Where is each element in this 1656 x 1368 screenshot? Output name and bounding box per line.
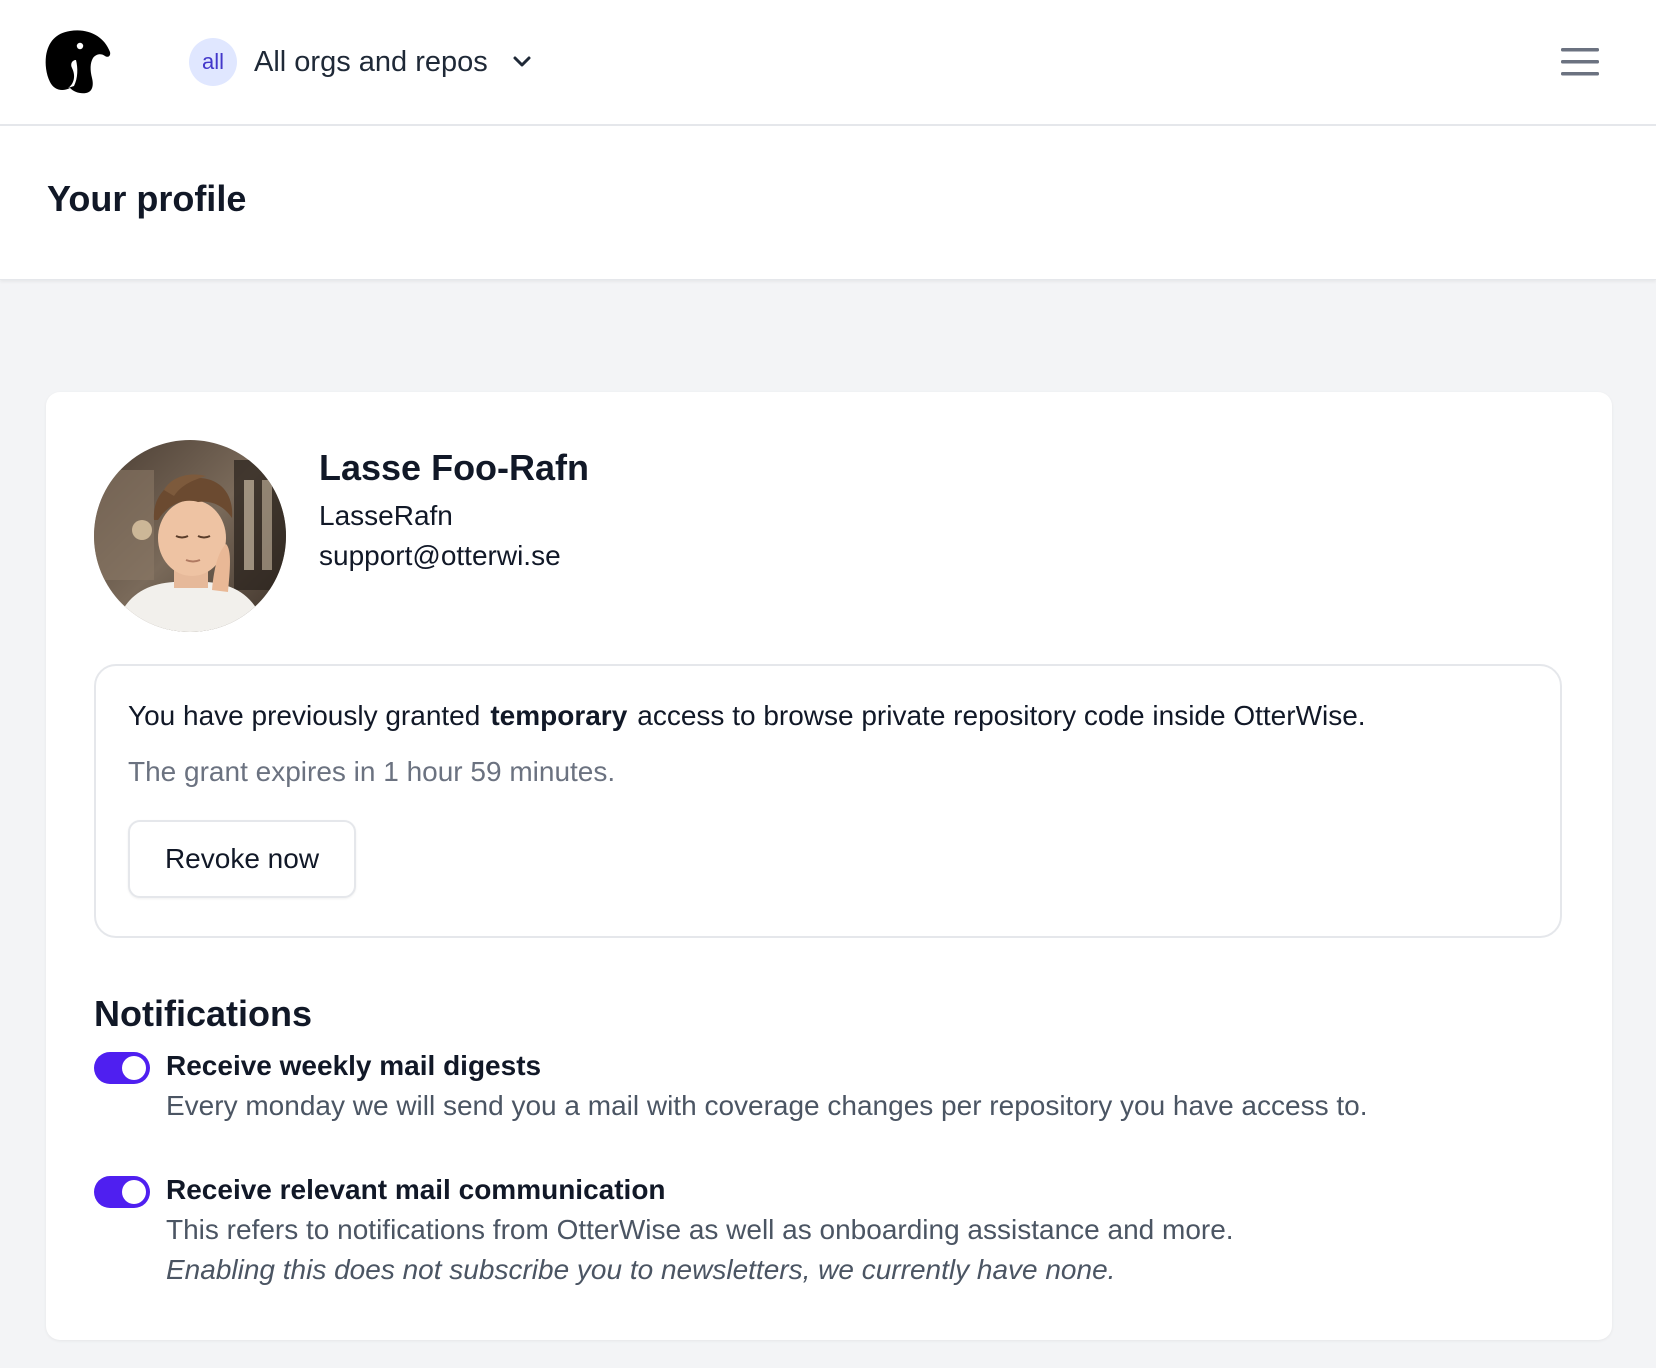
avatar — [94, 440, 286, 632]
scope-badge: all — [189, 38, 237, 86]
notifications-heading: Notifications — [94, 993, 313, 1034]
weekly-digest-description: Every monday we will send you a mail wit… — [166, 1090, 1368, 1121]
top-navbar: all All orgs and repos — [0, 0, 1656, 126]
grant-expiry: The grant expires in 1 hour 59 minutes. — [128, 756, 616, 787]
weekly-digest-toggle[interactable] — [94, 1052, 150, 1084]
revoke-button[interactable]: Revoke now — [128, 820, 356, 898]
scope-label: All orgs and repos — [254, 45, 488, 78]
profile-email: support@otterwi.se — [319, 540, 561, 571]
page-header: Your profile — [0, 126, 1656, 280]
profile-name: Lasse Foo-Rafn — [319, 447, 590, 488]
mail-communication-note: Enabling this does not subscribe you to … — [166, 1254, 1116, 1285]
grant-text-after: access to browse private repository code… — [637, 700, 1366, 731]
scope-selector[interactable]: all All orgs and repos — [189, 38, 534, 86]
weekly-digest-label: Receive weekly mail digests — [166, 1050, 542, 1081]
page-title: Your profile — [47, 178, 247, 219]
grant-emphasis: temporary — [490, 700, 628, 731]
grant-text-before: You have previously granted — [128, 700, 481, 731]
mail-communication-toggle[interactable] — [94, 1176, 150, 1208]
access-grant-notice: You have previously granted temporary acce… — [94, 664, 1562, 938]
hamburger-menu-icon[interactable] — [1556, 40, 1604, 84]
grant-message: You have previously granted temporary acce… — [128, 700, 1366, 732]
toggle-knob — [122, 1056, 146, 1080]
otter-logo-icon[interactable] — [44, 28, 112, 96]
profile-card: Lasse Foo-Rafn LasseRafn support@otterwi… — [46, 392, 1612, 1340]
chevron-down-icon — [510, 50, 534, 74]
mail-communication-label: Receive relevant mail communication — [166, 1174, 666, 1205]
profile-username: LasseRafn — [319, 500, 453, 531]
toggle-knob — [122, 1180, 146, 1204]
mail-communication-description: This refers to notifications from OtterW… — [166, 1214, 1234, 1245]
